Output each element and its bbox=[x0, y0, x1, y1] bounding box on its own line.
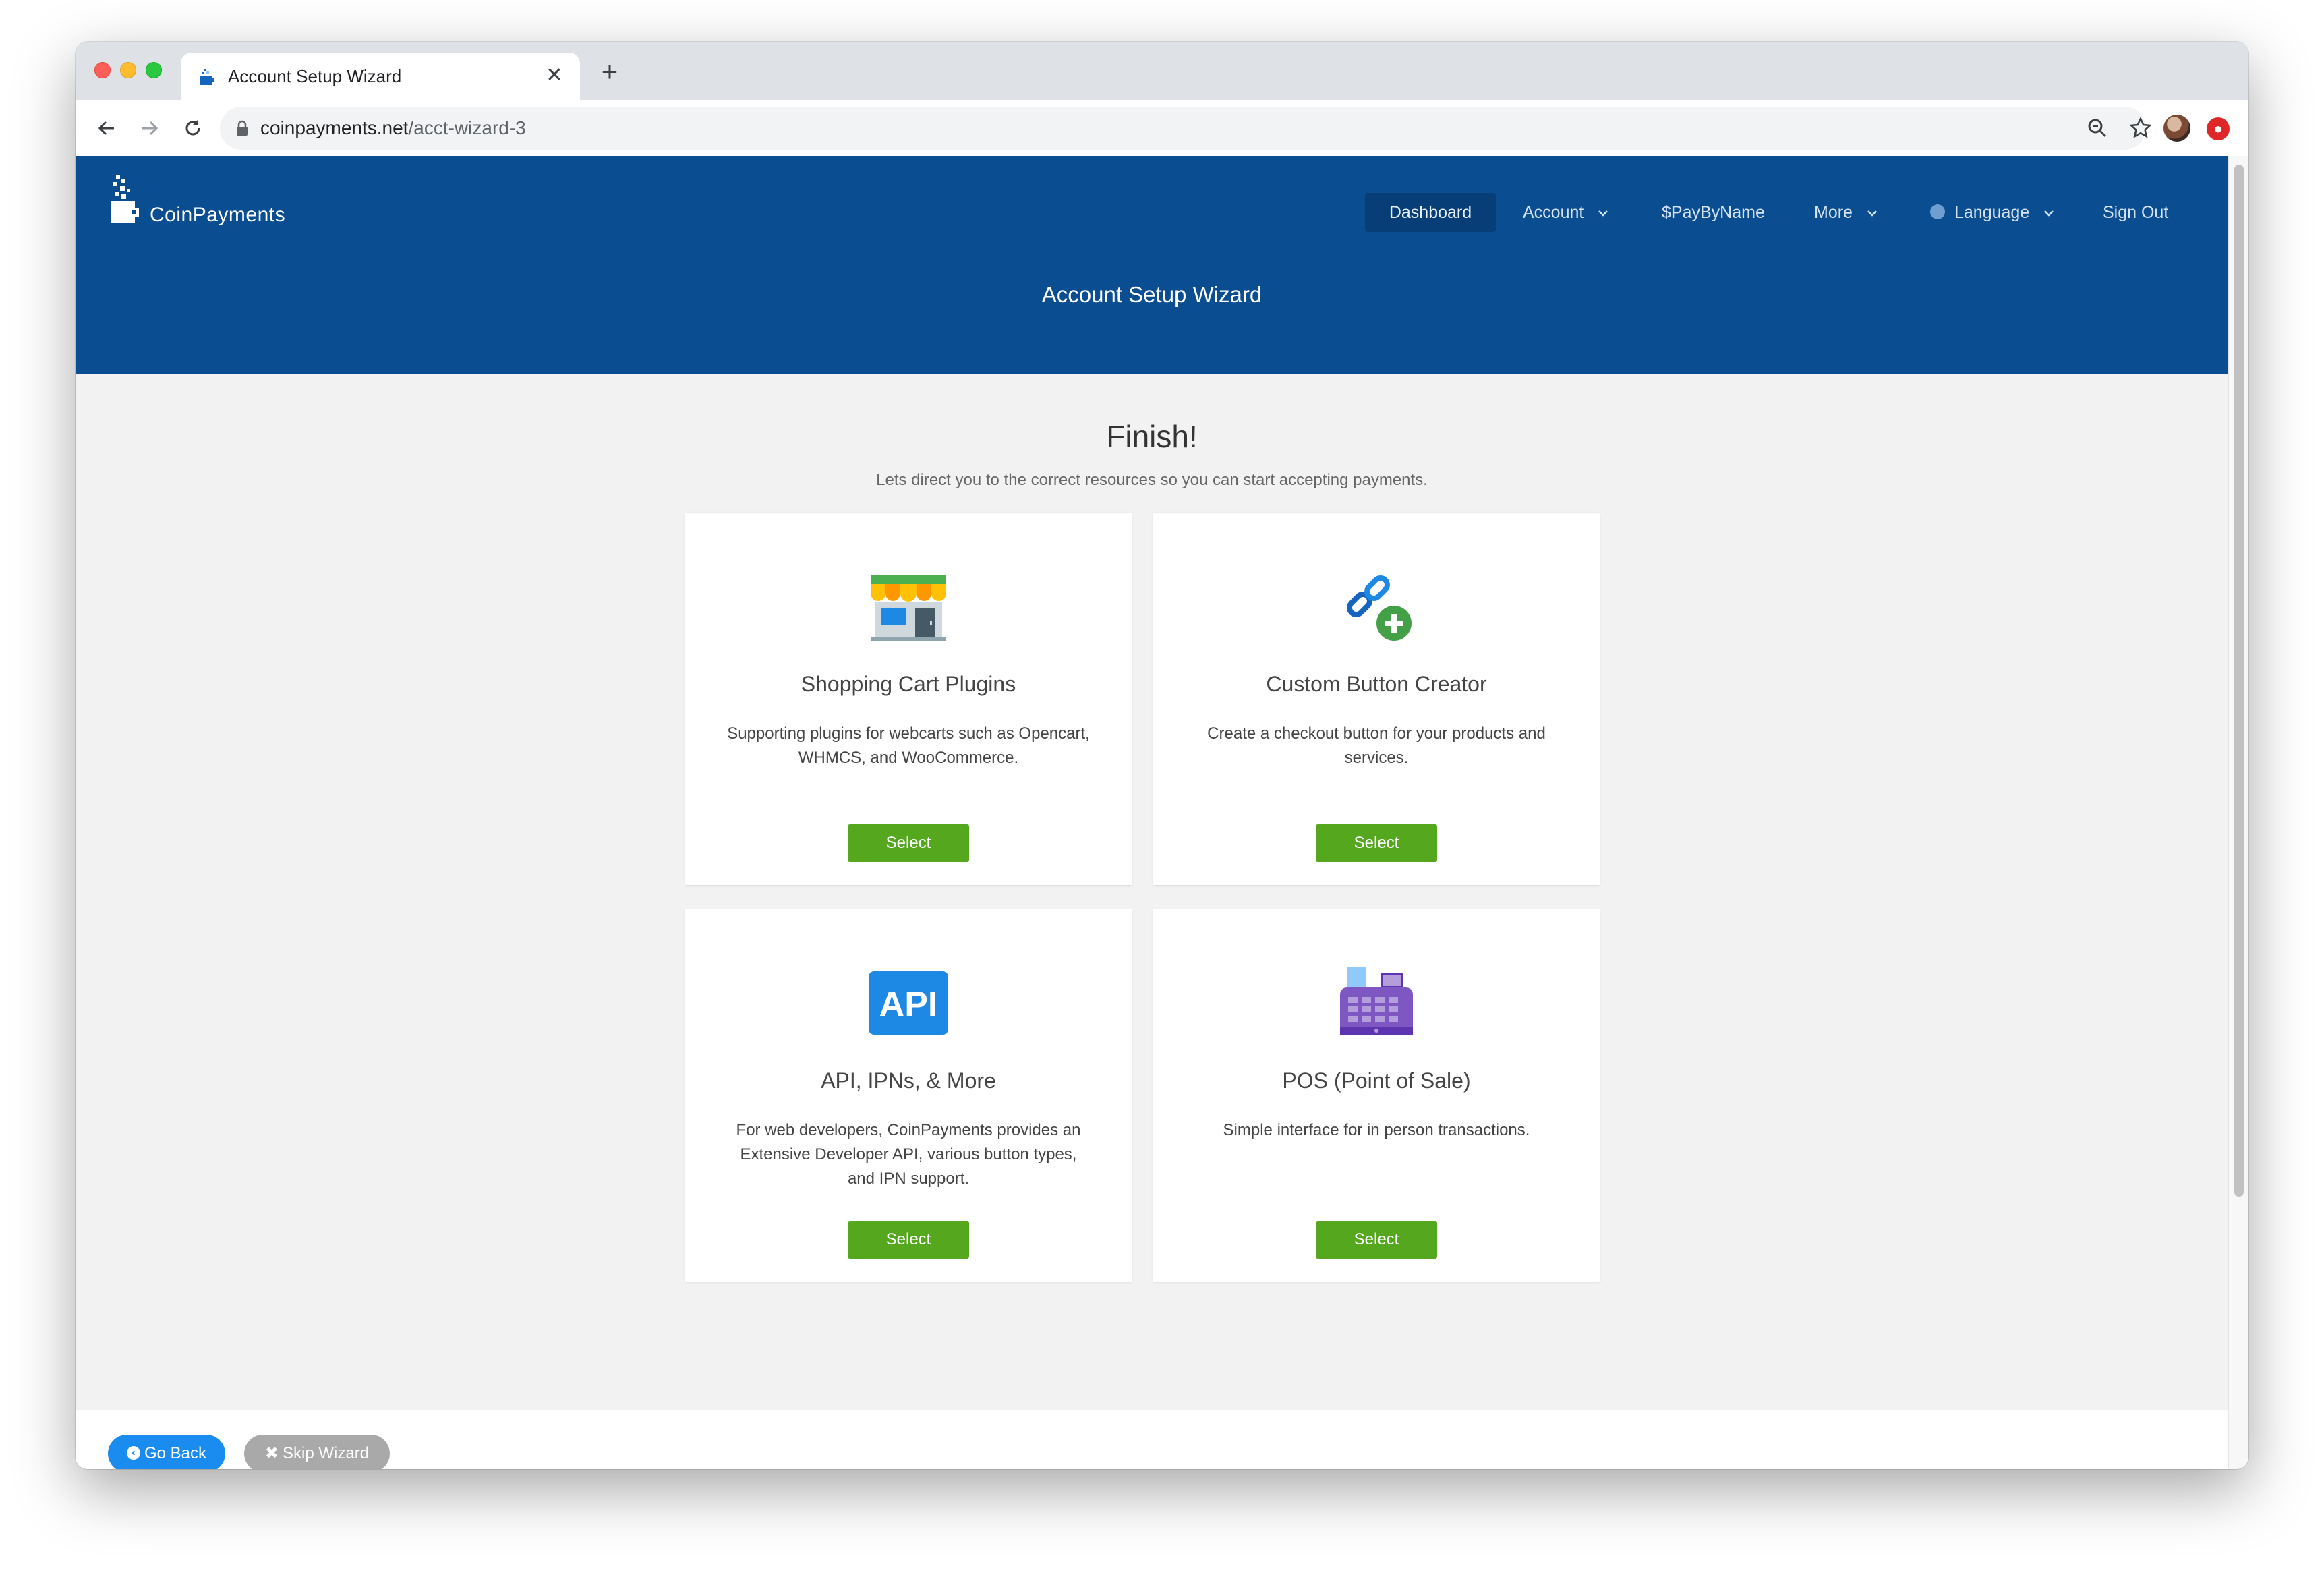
tab-close-icon[interactable]: ✕ bbox=[541, 62, 568, 89]
logo-text[interactable]: CoinPayments bbox=[150, 204, 285, 227]
tab-bar: Account Setup Wizard ✕ + bbox=[76, 42, 2248, 100]
nav-more-label: More bbox=[1814, 203, 1853, 222]
card-api-ipns: API API, IPNs, & More For web developers… bbox=[685, 909, 1132, 1282]
browser-tab[interactable]: Account Setup Wizard ✕ bbox=[181, 53, 580, 100]
close-window-button[interactable] bbox=[94, 62, 111, 78]
chevron-down-icon bbox=[2044, 210, 2054, 217]
select-shopping-cart-plugins-button[interactable]: Select bbox=[848, 824, 969, 862]
nav-dashboard[interactable]: Dashboard bbox=[1365, 193, 1496, 232]
card-description: For web developers, CoinPayments provide… bbox=[736, 1121, 1081, 1188]
nav-more[interactable]: More bbox=[1814, 193, 1878, 232]
card-description: Create a checkout button for your produc… bbox=[1207, 724, 1546, 767]
nav-account[interactable]: Account bbox=[1523, 193, 1608, 232]
page-scrollbar[interactable] bbox=[2228, 156, 2248, 1469]
api-icon-text: API bbox=[879, 985, 938, 1024]
select-pos-button[interactable]: Select bbox=[1316, 1221, 1437, 1259]
back-arrow-icon[interactable] bbox=[90, 112, 123, 144]
storefront-icon bbox=[871, 575, 946, 641]
globe-icon bbox=[1930, 204, 1945, 220]
site-header: CoinPayments Dashboard Account $PayByNam… bbox=[76, 156, 2228, 374]
go-back-button[interactable]: ‹ Go Back bbox=[108, 1435, 225, 1469]
wizard-footer: ‹ Go Back ✖ Skip Wizard bbox=[76, 1410, 2228, 1469]
nav-paybyname[interactable]: $PayByName bbox=[1662, 193, 1765, 232]
maximize-window-button[interactable] bbox=[146, 62, 162, 78]
browser-window: Account Setup Wizard ✕ + coinpayments.ne… bbox=[76, 42, 2248, 1469]
card-title: API, IPNs, & More bbox=[821, 1068, 996, 1093]
page-title: Account Setup Wizard bbox=[1041, 282, 1262, 307]
card-pos: POS (Point of Sale) Simple interface for… bbox=[1153, 909, 1600, 1282]
finish-heading: Finish! bbox=[1106, 419, 1198, 454]
back-circle-icon: ‹ bbox=[126, 1445, 140, 1460]
page-viewport: CoinPayments Dashboard Account $PayByNam… bbox=[76, 156, 2248, 1469]
finish-subtitle: Lets direct you to the correct resources… bbox=[876, 471, 1428, 489]
nav-language-label: Language bbox=[1954, 203, 2030, 222]
nav-sign-out[interactable]: Sign Out bbox=[2103, 193, 2168, 232]
skip-wizard-button[interactable]: ✖ Skip Wizard bbox=[244, 1435, 390, 1469]
card-description: Simple interface for in person transacti… bbox=[1223, 1121, 1530, 1139]
card-title: POS (Point of Sale) bbox=[1282, 1068, 1471, 1093]
extension-icon[interactable]: ● bbox=[2207, 117, 2230, 140]
select-api-button[interactable]: Select bbox=[848, 1221, 969, 1259]
chevron-down-icon bbox=[1867, 210, 1877, 217]
forward-arrow-icon[interactable] bbox=[134, 112, 166, 144]
scrollbar-thumb[interactable] bbox=[2234, 165, 2244, 1197]
tab-title: Account Setup Wizard bbox=[228, 66, 402, 86]
lock-icon bbox=[237, 120, 248, 136]
select-custom-button-creator-button[interactable]: Select bbox=[1316, 824, 1437, 862]
coinpayments-favicon-icon bbox=[200, 69, 214, 85]
new-tab-button[interactable]: + bbox=[595, 57, 624, 86]
go-back-label: Go Back bbox=[144, 1444, 207, 1462]
close-icon: ✖ bbox=[264, 1444, 279, 1462]
api-icon: API bbox=[869, 971, 948, 1035]
cash-register-icon bbox=[1340, 967, 1413, 1035]
zoom-icon[interactable] bbox=[2085, 116, 2110, 140]
nav-language[interactable]: Language bbox=[1930, 193, 2054, 232]
url-text: coinpayments.net/acct-wizard-3 bbox=[260, 117, 526, 138]
card-title: Custom Button Creator bbox=[1266, 672, 1487, 696]
address-bar[interactable]: coinpayments.net/acct-wizard-3 bbox=[220, 107, 2152, 150]
nav-account-label: Account bbox=[1523, 203, 1584, 222]
link-add-icon bbox=[1347, 575, 1412, 641]
minimize-window-button[interactable] bbox=[120, 62, 136, 78]
card-title: Shopping Cart Plugins bbox=[801, 672, 1016, 696]
coinpayments-logo-icon[interactable] bbox=[108, 174, 148, 231]
reload-icon[interactable] bbox=[177, 112, 209, 144]
browser-toolbar: coinpayments.net/acct-wizard-3 ● bbox=[76, 100, 2248, 156]
bookmark-star-icon[interactable] bbox=[2128, 116, 2153, 140]
chevron-down-icon bbox=[1598, 210, 1608, 217]
card-description: Supporting plugins for webcarts such as … bbox=[727, 724, 1090, 767]
skip-wizard-label: Skip Wizard bbox=[283, 1444, 370, 1462]
card-custom-button-creator: Custom Button Creator Create a checkout … bbox=[1153, 513, 1600, 885]
card-shopping-cart-plugins: Shopping Cart Plugins Supporting plugins… bbox=[685, 513, 1132, 885]
profile-avatar[interactable] bbox=[2163, 115, 2190, 142]
